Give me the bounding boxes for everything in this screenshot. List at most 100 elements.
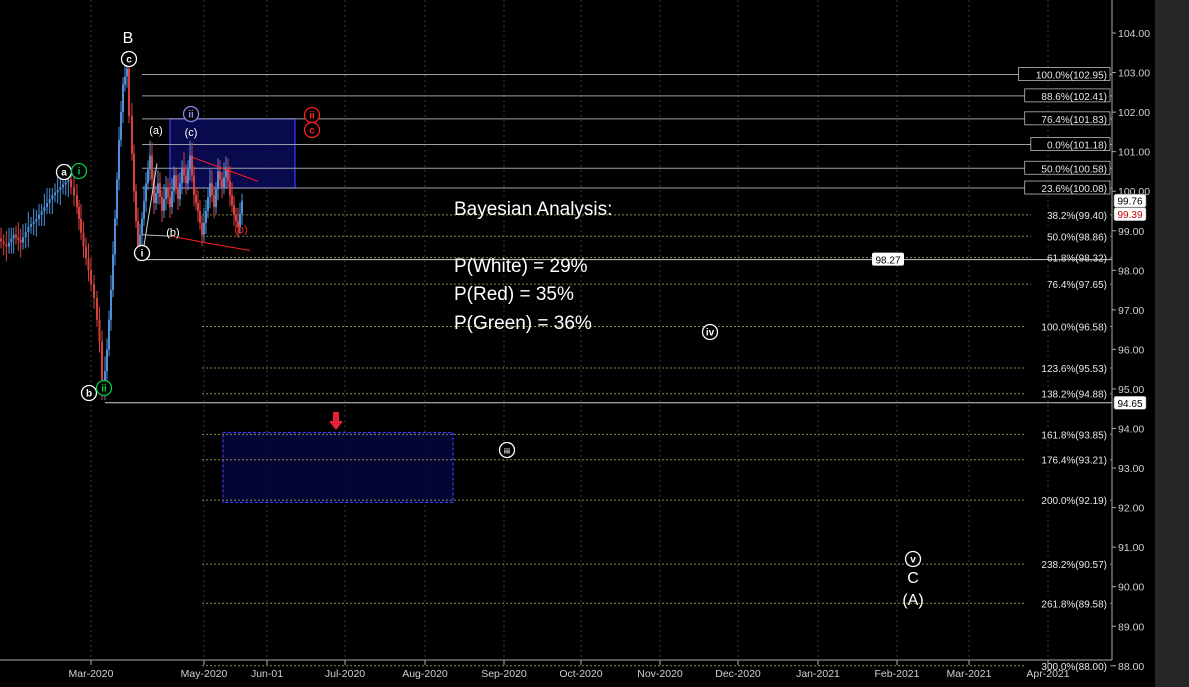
fib-label: 88.6%(102.41) [1041,92,1107,103]
candle-body [116,179,118,219]
candle-body [78,207,80,219]
support-price-tag-text: 98.27 [875,256,900,267]
candle-body [219,171,221,180]
candle-body [5,243,8,247]
candle-body [195,195,197,204]
candle-body [8,242,10,247]
candle-body [59,187,62,190]
candle-body [120,112,122,140]
candle-body [187,169,189,184]
candle-body [27,226,30,233]
candle-body [64,181,67,185]
wave-label: i [141,249,144,260]
wave-label: ii [309,111,315,122]
candle-body [147,169,149,184]
time-tick-label: Feb-2021 [875,668,920,680]
chart-window[interactable]: 100.0%(102.95) 88.6%(102.41) 76.4%(101.83)… [0,0,1189,687]
price-tick-label: 92.00 [1118,503,1144,515]
candle-body [40,210,43,215]
candle-body [30,224,32,227]
fib-label: 0.0%(101.18) [1047,141,1107,152]
fib-label: 50.0%(98.86) [1047,232,1107,243]
candle-body [10,238,13,243]
fib-label: 38.2%(99.40) [1047,211,1107,222]
price-tick-label: 103.00 [1118,68,1150,80]
candle-body [51,195,54,200]
probability-red: P(Red) = 35% [454,284,574,305]
candle-body [85,246,87,259]
fib-label: 100.0%(96.58) [1041,322,1107,333]
candle-body [135,191,137,221]
candle-body [110,290,112,320]
price-tick-label: 88.00 [1118,661,1144,673]
time-tick-label: Jul-2020 [325,668,365,680]
candle-body [203,222,205,235]
candle-body [124,76,126,85]
price-tick-label: 98.00 [1118,265,1144,277]
right-panel-edge [1155,0,1189,687]
candle-body [205,210,207,223]
candle-body [213,195,215,208]
time-tick-label: May-2020 [181,668,228,680]
candle-body [223,177,225,188]
candle-body [207,197,209,211]
candle-body [118,139,120,180]
candle-body [173,175,175,192]
candle-body [38,214,40,219]
wave-label: (a) [149,125,162,137]
candle-body [171,191,173,208]
candle-body [82,232,85,247]
wave-label: C [907,570,919,587]
price-tick-label: 90.00 [1118,582,1144,594]
price-chart[interactable]: 100.0%(102.95) 88.6%(102.41) 76.4%(101.83)… [0,0,1189,687]
fib-label: 76.4%(101.83) [1041,115,1107,126]
candle-body [114,218,116,255]
candle-body [235,214,237,221]
candle-body [70,179,72,188]
fib-label: 100.0%(102.95) [1036,71,1107,82]
time-tick-label: Nov-2020 [637,668,683,680]
wave-label: iii [504,447,510,456]
candle-body [87,258,90,271]
candle-body [106,349,108,372]
candle-body [165,187,167,200]
candle-body [131,116,133,154]
candle-body [193,175,195,196]
candle-body [183,167,185,176]
candle-body [22,237,24,243]
candle-body [108,319,110,350]
candle-body [48,199,51,204]
candle-body [151,155,153,180]
price-tag-text: 99.39 [1117,210,1142,221]
candle-body [217,171,219,190]
wave-label: c [309,126,315,137]
fib-label: 123.6%(95.53) [1041,364,1107,375]
candle-body [211,183,213,196]
price-tick-label: 93.00 [1118,463,1144,475]
wave-label: a [61,168,67,179]
candle-body [159,183,161,198]
time-tick-label: Sep-2020 [481,668,527,680]
candle-body [175,175,177,188]
time-tick-label: Dec-2020 [715,668,761,680]
fib-label: 200.0%(92.19) [1041,496,1107,507]
candle-body [189,155,191,170]
time-tick-label: Aug-2020 [402,668,448,680]
candle-body [2,241,5,244]
candle-body [177,187,179,200]
candle-body [231,195,233,206]
time-tick-label: Mar-2021 [947,668,992,680]
candle-body [93,284,95,298]
candle-body [43,207,46,211]
bayesian-analysis-panel: Bayesian Analysis: P(White) = 29% P(Red)… [454,196,612,338]
candle-body [167,187,169,198]
candle-body [141,218,143,235]
candle-body [12,234,15,239]
wave-label: iv [706,328,715,339]
candle-body [149,155,151,170]
candle-body [209,183,211,198]
candle-body [126,68,128,77]
candle-body [143,201,145,219]
candle-body [62,184,64,188]
price-tick-label: 99.00 [1118,226,1144,238]
